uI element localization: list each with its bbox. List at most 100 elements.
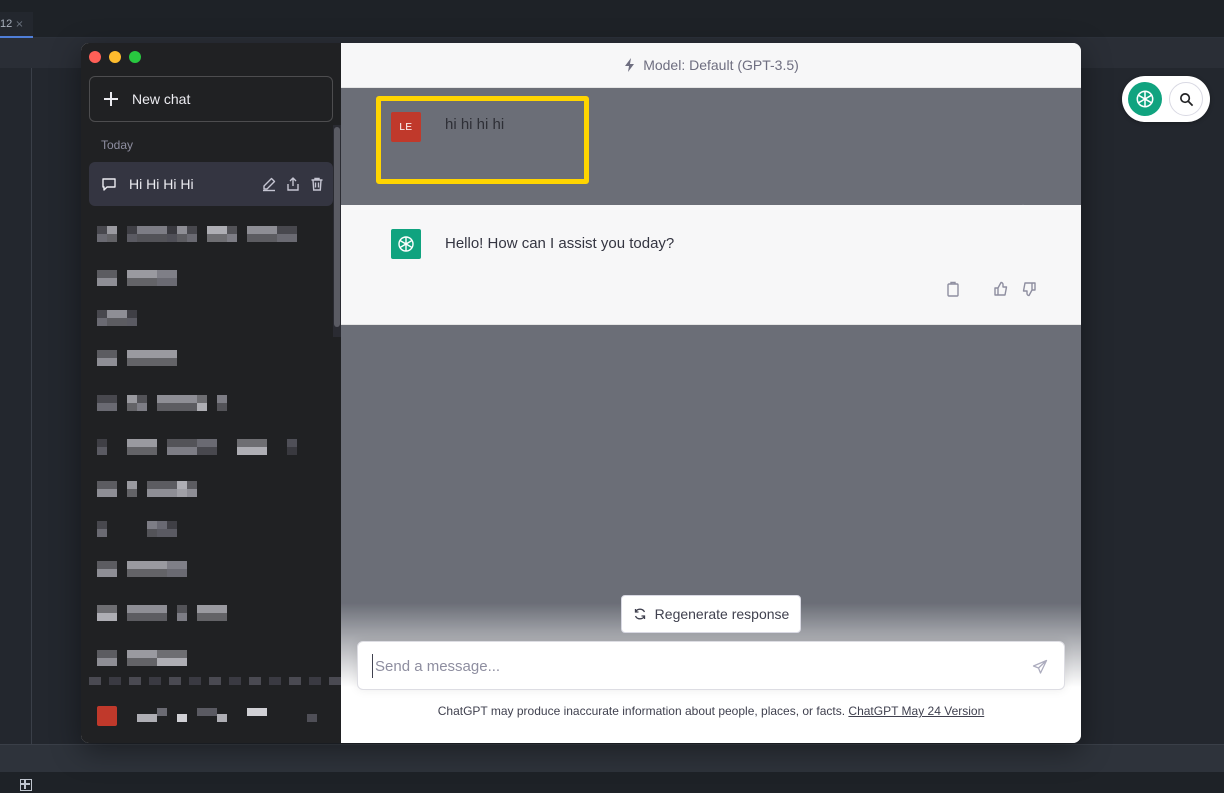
pixel-block xyxy=(177,714,187,722)
pixel-block xyxy=(137,714,157,722)
clipboard-icon[interactable] xyxy=(945,281,961,297)
highlight-box xyxy=(376,96,589,184)
pixel-block xyxy=(209,677,221,685)
pixel-block xyxy=(97,569,117,577)
list-item[interactable] xyxy=(97,270,327,286)
pixel-block xyxy=(97,403,117,411)
pixel-block xyxy=(197,447,217,455)
message-input[interactable] xyxy=(372,654,1012,678)
plus-icon xyxy=(104,92,118,106)
pixel-block xyxy=(97,395,117,403)
pixel-block xyxy=(97,521,107,529)
version-link[interactable]: ChatGPT May 24 Version xyxy=(848,704,984,718)
list-item[interactable] xyxy=(97,226,327,242)
user-account-row[interactable] xyxy=(97,704,327,726)
list-item[interactable] xyxy=(97,439,327,455)
pixel-block xyxy=(127,358,177,366)
pixel-block xyxy=(197,605,227,613)
list-item[interactable] xyxy=(97,310,327,326)
window-close-button[interactable] xyxy=(89,51,101,63)
new-chat-button[interactable]: New chat xyxy=(89,76,333,122)
pixel-block xyxy=(217,403,227,411)
ide-tab[interactable]: 12 × xyxy=(0,12,33,38)
pixel-block xyxy=(157,403,197,411)
list-item[interactable] xyxy=(97,561,327,577)
pixel-block xyxy=(207,226,227,234)
pixel-block xyxy=(177,489,187,497)
pixel-block xyxy=(97,529,107,537)
search-button[interactable] xyxy=(1169,82,1203,116)
pixel-block xyxy=(249,677,261,685)
window-minimize-button[interactable] xyxy=(109,51,121,63)
pixel-block xyxy=(97,358,117,366)
refresh-icon xyxy=(634,608,645,620)
pixel-block xyxy=(167,569,187,577)
bolt-icon xyxy=(625,58,635,72)
list-item[interactable] xyxy=(97,650,327,666)
pixel-block xyxy=(137,395,147,403)
trash-icon[interactable] xyxy=(309,176,325,192)
ide-status-bar xyxy=(0,772,1224,793)
pixel-block xyxy=(127,605,167,613)
pencil-icon[interactable] xyxy=(261,176,277,192)
pixel-block xyxy=(189,677,201,685)
pixel-block xyxy=(109,677,121,685)
pixel-block xyxy=(167,447,197,455)
pixel-block xyxy=(147,489,197,497)
list-item[interactable] xyxy=(97,395,327,411)
ide-tab-bar: 12 × xyxy=(0,0,1224,38)
list-item[interactable] xyxy=(97,605,327,621)
disclaimer-text: ChatGPT may produce inaccurate informati… xyxy=(437,704,849,718)
pixel-block xyxy=(289,677,301,685)
window-zoom-button[interactable] xyxy=(129,51,141,63)
pixel-block xyxy=(147,481,197,489)
sidebar-scrollbar[interactable] xyxy=(333,125,341,337)
pixel-block xyxy=(127,658,157,666)
regenerate-button[interactable]: Regenerate response xyxy=(621,595,801,633)
pixel-block xyxy=(97,350,117,358)
pixel-block xyxy=(107,234,117,242)
grid-icon[interactable] xyxy=(20,779,32,791)
thumbs-down-icon[interactable] xyxy=(1021,281,1037,297)
pixel-block xyxy=(217,395,227,403)
pixel-block xyxy=(247,234,277,242)
pixel-block xyxy=(287,447,297,455)
send-icon[interactable] xyxy=(1032,659,1048,675)
pixel-block xyxy=(137,234,167,242)
message-input-box[interactable] xyxy=(357,641,1065,690)
pixel-block xyxy=(97,605,117,613)
chat-item-title: Hi Hi Hi Hi xyxy=(129,176,194,192)
pixel-block xyxy=(197,708,217,716)
list-item[interactable] xyxy=(97,521,327,537)
pixel-block xyxy=(127,439,157,447)
regenerate-label: Regenerate response xyxy=(654,606,790,622)
pixel-block xyxy=(127,234,137,242)
pixel-block xyxy=(127,403,137,411)
thumbs-up-icon[interactable] xyxy=(993,281,1009,297)
scrollbar-thumb[interactable] xyxy=(334,127,340,327)
pixel-block xyxy=(97,234,107,242)
pixel-block xyxy=(167,561,187,569)
pixel-block xyxy=(277,226,297,234)
chat-bubble-icon xyxy=(102,178,116,191)
pixel-block xyxy=(237,447,267,455)
pixel-block xyxy=(287,439,297,447)
pixel-block xyxy=(107,310,127,318)
ide-bottom-panel xyxy=(0,744,1224,772)
pixel-block xyxy=(157,658,187,666)
assistant-message-text: Hello! How can I assist you today? xyxy=(445,235,675,252)
pixel-block xyxy=(97,318,107,326)
close-icon[interactable]: × xyxy=(15,19,23,30)
pixel-block xyxy=(247,226,277,234)
floating-widget xyxy=(1122,76,1210,122)
pixel-block xyxy=(97,481,117,489)
pixel-block xyxy=(247,708,267,716)
pixel-block xyxy=(197,613,227,621)
chatgpt-logo-icon[interactable] xyxy=(1128,82,1162,116)
list-item[interactable] xyxy=(97,350,327,366)
share-icon[interactable] xyxy=(285,176,301,192)
user-message-row: LE hi hi hi hi xyxy=(341,88,1081,219)
spacer xyxy=(973,281,981,297)
list-item[interactable] xyxy=(97,481,327,497)
chat-item-active[interactable]: Hi Hi Hi Hi xyxy=(89,162,333,206)
